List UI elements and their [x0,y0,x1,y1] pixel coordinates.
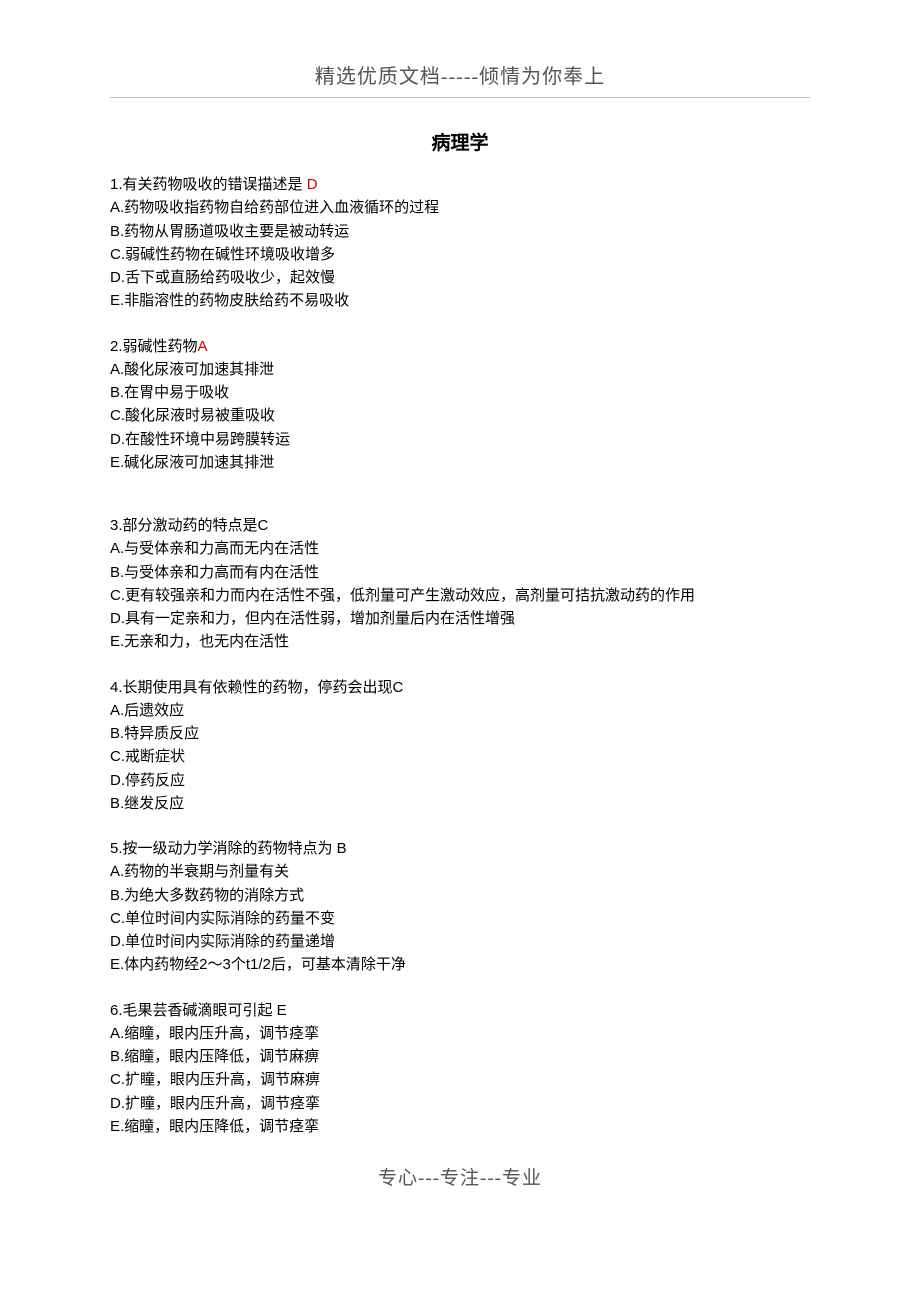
question-6: 6.毛果芸香碱滴眼可引起 E A.缩瞳，眼内压升高，调节痉挛 B.缩瞳，眼内压降… [110,999,810,1139]
stem-text: 4.长期使用具有依赖性的药物，停药会出现C [110,679,403,696]
option-e: E.非脂溶性的药物皮肤给药不易吸收 [110,289,810,312]
option-c: C.扩瞳，眼内压升高，调节麻痹 [110,1068,810,1091]
answer-letter: D [307,176,318,193]
stem-text: 5.按一级动力学消除的药物特点为 B [110,840,347,857]
question-5: 5.按一级动力学消除的药物特点为 B A.药物的半衰期与剂量有关 B.为绝大多数… [110,837,810,977]
option-e: E.缩瞳，眼内压降低，调节痉挛 [110,1115,810,1138]
option-a: A.缩瞳，眼内压升高，调节痉挛 [110,1022,810,1045]
question-3: 3.部分激动药的特点是C A.与受体亲和力高而无内在活性 B.与受体亲和力高而有… [110,514,810,654]
option-b2: B.继发反应 [110,792,810,815]
option-d: D.在酸性环境中易跨膜转运 [110,428,810,451]
option-a: A.药物的半衰期与剂量有关 [110,860,810,883]
question-1: 1.有关药物吸收的错误描述是 D A.药物吸收指药物自给药部位进入血液循环的过程… [110,173,810,313]
option-d: D.舌下或直肠给药吸收少，起效慢 [110,266,810,289]
page-container: 精选优质文档-----倾情为你奉上 病理学 1.有关药物吸收的错误描述是 D A… [0,0,920,1230]
option-c: C.单位时间内实际消除的药量不变 [110,907,810,930]
option-e: E.体内药物经2～3个t1/2后，可基本清除干净 [110,953,810,976]
option-a: A.与受体亲和力高而无内在活性 [110,537,810,560]
question-stem: 1.有关药物吸收的错误描述是 D [110,173,810,196]
question-stem: 6.毛果芸香碱滴眼可引起 E [110,999,810,1022]
stem-text: 2.弱碱性药物 [110,338,198,355]
question-2: 2.弱碱性药物A A.酸化尿液可加速其排泄 B.在胃中易于吸收 C.酸化尿液时易… [110,335,810,475]
stem-text: 1.有关药物吸收的错误描述是 [110,176,307,193]
option-e: E.无亲和力，也无内在活性 [110,630,810,653]
option-b: B.药物从胃肠道吸收主要是被动转运 [110,220,810,243]
question-stem: 3.部分激动药的特点是C [110,514,810,537]
question-stem: 2.弱碱性药物A [110,335,810,358]
stem-text: 3.部分激动药的特点是C [110,517,268,534]
option-c: C.弱碱性药物在碱性环境吸收增多 [110,243,810,266]
option-c: C.戒断症状 [110,745,810,768]
answer-letter: A [198,338,208,355]
option-b: B.与受体亲和力高而有内在活性 [110,561,810,584]
option-d: D.单位时间内实际消除的药量递增 [110,930,810,953]
page-footer-banner: 专心---专注---专业 [110,1163,810,1190]
option-d: D.停药反应 [110,769,810,792]
option-a: A.药物吸收指药物自给药部位进入血液循环的过程 [110,196,810,219]
option-c: C.酸化尿液时易被重吸收 [110,404,810,427]
option-e: E.碱化尿液可加速其排泄 [110,451,810,474]
option-a: A.后遗效应 [110,699,810,722]
question-stem: 4.长期使用具有依赖性的药物，停药会出现C [110,676,810,699]
option-b: B.特异质反应 [110,722,810,745]
option-b: B.缩瞳，眼内压降低，调节麻痹 [110,1045,810,1068]
option-b: B.为绝大多数药物的消除方式 [110,884,810,907]
option-b: B.在胃中易于吸收 [110,381,810,404]
question-stem: 5.按一级动力学消除的药物特点为 B [110,837,810,860]
page-header-banner: 精选优质文档-----倾情为你奉上 [110,60,810,98]
document-title: 病理学 [110,128,810,155]
option-a: A.酸化尿液可加速其排泄 [110,358,810,381]
option-d: D.具有一定亲和力，但内在活性弱，增加剂量后内在活性增强 [110,607,810,630]
spacer [110,496,810,514]
stem-text: 6.毛果芸香碱滴眼可引起 E [110,1002,287,1019]
question-4: 4.长期使用具有依赖性的药物，停药会出现C A.后遗效应 B.特异质反应 C.戒… [110,676,810,816]
option-c: C.更有较强亲和力而内在活性不强，低剂量可产生激动效应，高剂量可拮抗激动药的作用 [110,584,810,607]
option-d: D.扩瞳，眼内压升高，调节痉挛 [110,1092,810,1115]
